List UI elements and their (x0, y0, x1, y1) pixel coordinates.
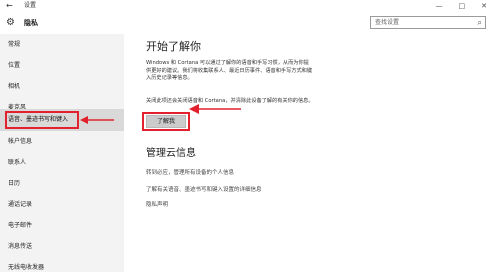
sidebar-item-messaging[interactable]: 消息传送 (0, 236, 124, 258)
sidebar-item-general[interactable]: 常规 (0, 34, 124, 56)
sidebar-item-label: 日历 (8, 180, 21, 187)
search-input[interactable]: 查找设置 ⌕ (370, 16, 486, 29)
back-button[interactable]: ← (6, 0, 13, 12)
sidebar-item-camera[interactable]: 相机 (0, 76, 124, 98)
sidebar-item-label: 相机 (8, 83, 21, 90)
sidebar-item-label: 通话记录 (8, 201, 33, 208)
sidebar-item-speech-inking-typing[interactable]: 语音、墨迹书写和键入 (0, 109, 124, 131)
sidebar-item-calendar[interactable]: 日历 (0, 173, 124, 195)
highlight-box (5, 111, 79, 129)
minimize-button[interactable]: — (436, 0, 443, 12)
sidebar-item-label: 消息传送 (8, 243, 33, 250)
bing-manage-link[interactable]: 转到必应，管理所有设备的个人信息 (146, 169, 234, 177)
window-controls: — □ ✕ (436, 0, 488, 12)
sidebar-item-label: 常规 (8, 41, 21, 48)
highlight-box (142, 112, 190, 131)
search-icon[interactable]: ⌕ (478, 17, 482, 28)
sidebar-item-label: 联系人 (8, 159, 27, 166)
sidebar-item-call-history[interactable]: 通话记录 (0, 194, 124, 216)
arrow-left-icon (80, 116, 114, 124)
sidebar: 常规 位置 相机 麦克风 语音、墨迹书写和键入 帐户信息 联系人 日历 通话记录… (0, 34, 124, 272)
sidebar-item-account-info[interactable]: 帐户信息 (0, 131, 124, 153)
sidebar-item-location[interactable]: 位置 (0, 55, 124, 77)
sidebar-item-contacts[interactable]: 联系人 (0, 152, 124, 174)
search-placeholder: 查找设置 (375, 19, 400, 26)
maximize-button[interactable]: □ (459, 0, 466, 12)
close-button[interactable]: ✕ (481, 0, 487, 12)
sidebar-item-label: 位置 (8, 62, 21, 69)
sidebar-item-label: 电子邮件 (8, 222, 33, 229)
privacy-statement-link[interactable]: 隐私声明 (146, 201, 168, 209)
section-title-manage-cloud-info: 管理云信息 (146, 148, 196, 159)
sidebar-item-label: 帐户信息 (8, 138, 33, 145)
sidebar-item-label: 无线电收发器 (8, 264, 45, 271)
arrow-left-icon (189, 104, 241, 114)
page-header: ⚙ 隐私 查找设置 ⌕ (0, 12, 493, 34)
sidebar-item-radios[interactable]: 无线电收发器 (0, 257, 124, 272)
window-title: 设置 (24, 2, 37, 9)
section-title-get-to-know-you: 开始了解你 (146, 40, 201, 53)
description-text: Windows 和 Cortana 可以通过了解你的语音和手写习惯，从而为你提供… (146, 60, 313, 81)
main-content: 开始了解你 Windows 和 Cortana 可以通过了解你的语音和手写习惯，… (124, 34, 493, 272)
sidebar-item-email[interactable]: 电子邮件 (0, 215, 124, 237)
gear-icon: ⚙ (6, 17, 15, 28)
learn-more-link[interactable]: 了解有关语音、墨迹书写和键入设置的详细信息 (146, 186, 262, 194)
title-bar: ← 设置 — □ ✕ (0, 0, 493, 12)
page-title: 隐私 (24, 19, 38, 27)
